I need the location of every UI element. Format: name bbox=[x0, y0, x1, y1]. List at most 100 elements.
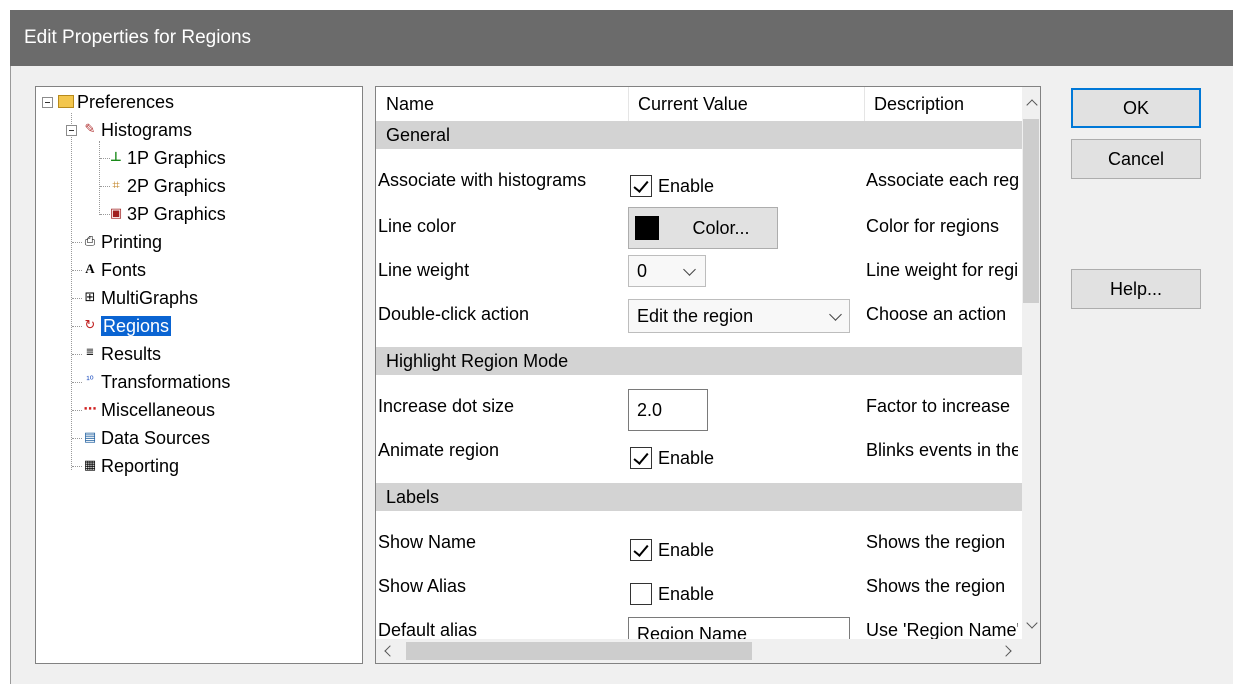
property-name: Show Name bbox=[378, 532, 477, 552]
tree-item-label: Data Sources bbox=[101, 428, 211, 448]
2p-graphics-icon: ⌗ bbox=[112, 177, 120, 193]
tree-item-label: 1P Graphics bbox=[127, 148, 226, 168]
dropdown-value: Edit the region bbox=[637, 306, 754, 326]
tree-line bbox=[72, 438, 82, 439]
section-labels[interactable]: Labels bbox=[376, 483, 1024, 511]
scroll-up-icon[interactable] bbox=[1026, 99, 1038, 111]
printer-icon: ⎙ bbox=[84, 233, 96, 249]
property-name: Line color bbox=[378, 216, 457, 236]
property-name: Double-click action bbox=[378, 304, 530, 324]
transform-icon: ¹⁰ bbox=[86, 375, 94, 387]
section-highlight-region-mode[interactable]: Highlight Region Mode bbox=[376, 347, 1024, 375]
tree-line bbox=[72, 270, 82, 271]
animate-region-checkbox[interactable] bbox=[630, 447, 652, 469]
tree-line bbox=[72, 466, 82, 467]
collapse-toggle-preferences[interactable] bbox=[42, 97, 53, 108]
column-header-description[interactable]: Description bbox=[864, 87, 1022, 121]
preferences-tree[interactable]: Preferences ✎ Histograms ⊥ 1P Graphics ⌗ 2P… bbox=[35, 86, 363, 664]
show-name-checkbox[interactable] bbox=[630, 539, 652, 561]
double-click-action-dropdown[interactable]: Edit the region bbox=[628, 299, 850, 333]
tree-item-fonts[interactable]: A Fonts bbox=[82, 257, 146, 283]
scroll-corner bbox=[1022, 639, 1040, 663]
line-weight-dropdown[interactable]: 0 bbox=[628, 255, 706, 287]
property-description: Associate each region bbox=[866, 170, 1018, 190]
property-name: Associate with histograms bbox=[378, 170, 587, 190]
color-button[interactable]: Color... bbox=[628, 207, 778, 249]
tree-line bbox=[72, 410, 82, 411]
histogram-icon: ✎ bbox=[84, 121, 96, 137]
collapse-toggle-histograms[interactable] bbox=[66, 125, 77, 136]
property-description: Shows the region bbox=[866, 576, 1006, 596]
results-icon: ≣ bbox=[85, 347, 95, 359]
property-name: Line weight bbox=[378, 260, 470, 280]
tree-line bbox=[72, 298, 82, 299]
checkbox-label: Enable bbox=[658, 540, 715, 560]
tree-item-transformations[interactable]: ¹⁰ Transformations bbox=[82, 369, 230, 395]
property-grid[interactable]: Name Current Value Description General A… bbox=[375, 86, 1041, 664]
tree-item-label: Regions bbox=[101, 316, 172, 336]
associate-checkbox[interactable] bbox=[630, 175, 652, 197]
tree-line bbox=[72, 382, 82, 383]
tree-item-2p-graphics[interactable]: ⌗ 2P Graphics bbox=[108, 173, 225, 199]
vertical-scrollbar[interactable] bbox=[1022, 87, 1040, 639]
property-description: Blinks events in the bbox=[866, 440, 1018, 460]
tree-item-label: 3P Graphics bbox=[127, 204, 226, 224]
tree-item-label: Reporting bbox=[101, 456, 180, 476]
tree-item-label: MultiGraphs bbox=[101, 288, 199, 308]
title-bar: Edit Properties for Regions bbox=[10, 10, 1233, 66]
chevron-down-icon bbox=[829, 308, 842, 321]
property-name: Animate region bbox=[378, 440, 500, 460]
checkbox-label: Enable bbox=[658, 176, 715, 196]
section-general[interactable]: General bbox=[376, 121, 1024, 149]
scroll-right-icon[interactable] bbox=[1000, 645, 1012, 657]
scroll-down-icon[interactable] bbox=[1026, 617, 1038, 629]
dot-size-input[interactable]: 2.0 bbox=[628, 389, 708, 431]
tree-line bbox=[72, 326, 82, 327]
tree-item-miscellaneous[interactable]: ⋯ Miscellaneous bbox=[82, 397, 216, 423]
window-title: Edit Properties for Regions bbox=[24, 27, 252, 48]
checkbox-label: Enable bbox=[658, 448, 715, 468]
cancel-button[interactable]: Cancel bbox=[1071, 139, 1201, 179]
tree-item-label: Histograms bbox=[101, 120, 193, 140]
tree-item-preferences[interactable]: Preferences bbox=[58, 89, 174, 115]
multigraph-icon: ⊞ bbox=[84, 289, 96, 305]
ok-button[interactable]: OK bbox=[1071, 88, 1201, 128]
tree-item-1p-graphics[interactable]: ⊥ 1P Graphics bbox=[108, 145, 226, 171]
tree-item-printing[interactable]: ⎙ Printing bbox=[82, 229, 162, 255]
tree-item-regions[interactable]: ↻ Regions bbox=[82, 313, 172, 339]
property-description: Shows the region bbox=[866, 532, 1006, 552]
property-name: Show Alias bbox=[378, 576, 467, 596]
show-alias-checkbox[interactable] bbox=[630, 583, 652, 605]
property-description: Choose an action bbox=[866, 304, 1007, 324]
reporting-icon: ▦ bbox=[83, 457, 97, 473]
horizontal-scrollbar[interactable] bbox=[376, 639, 1022, 663]
data-sources-icon: ▤ bbox=[83, 429, 97, 445]
tree-item-label: Printing bbox=[101, 232, 163, 252]
help-button[interactable]: Help... bbox=[1071, 269, 1201, 309]
property-description: Factor to increase bbox=[866, 396, 1011, 416]
regions-icon: ↻ bbox=[84, 317, 96, 333]
tree-item-label: Transformations bbox=[101, 372, 231, 392]
color-button-label: Color... bbox=[692, 218, 750, 238]
tree-item-data-sources[interactable]: ▤ Data Sources bbox=[82, 425, 210, 451]
tree-item-multigraphs[interactable]: ⊞ MultiGraphs bbox=[82, 285, 198, 311]
horizontal-scroll-thumb[interactable] bbox=[406, 642, 752, 660]
column-header-current-value[interactable]: Current Value bbox=[628, 87, 866, 121]
folder-icon bbox=[58, 94, 74, 108]
1p-graphics-icon: ⊥ bbox=[110, 149, 122, 165]
tree-item-3p-graphics[interactable]: ▣ 3P Graphics bbox=[108, 201, 226, 227]
property-name: Increase dot size bbox=[378, 396, 515, 416]
tree-item-histograms[interactable]: ✎ Histograms bbox=[82, 117, 192, 143]
column-header-name[interactable]: Name bbox=[376, 87, 628, 121]
scroll-left-icon[interactable] bbox=[384, 645, 396, 657]
font-icon: A bbox=[85, 261, 95, 277]
tree-item-results[interactable]: ≣ Results bbox=[82, 341, 161, 367]
tree-item-label: Results bbox=[101, 344, 162, 364]
grid-header: Name Current Value Description bbox=[376, 87, 1022, 122]
misc-icon: ⋯ bbox=[83, 401, 97, 417]
tree-item-label: Miscellaneous bbox=[101, 400, 216, 420]
tree-item-reporting[interactable]: ▦ Reporting bbox=[82, 453, 179, 479]
chevron-down-icon bbox=[683, 263, 696, 276]
checkbox-label: Enable bbox=[658, 584, 715, 604]
vertical-scroll-thumb[interactable] bbox=[1023, 119, 1039, 303]
